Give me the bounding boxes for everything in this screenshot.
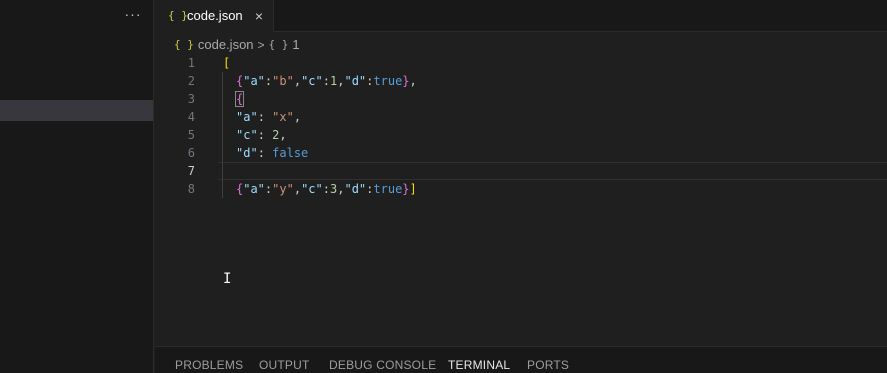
json-key: "a" (236, 110, 258, 124)
json-boolean: true (373, 182, 403, 196)
code-text: "d": false (236, 144, 308, 162)
code-editor[interactable]: 1 [ 2 {"a":"b","c":1,"d":true}, 3 { 4 "a… (155, 54, 887, 344)
code-line-8[interactable]: 8 {"a":"y","c":3,"d":true}] (155, 180, 887, 198)
bracket: ] (409, 182, 417, 196)
tab-code-json[interactable]: { } code.json × (155, 0, 274, 32)
line-number: 5 (187, 128, 195, 142)
more-actions-icon[interactable]: ··· (123, 4, 143, 24)
code-text: {"a":"b","c":1,"d":true}, (236, 72, 417, 90)
colon: : (322, 74, 330, 88)
code-line-6[interactable]: 6 "d": false (155, 144, 887, 162)
json-string: "x" (272, 110, 294, 124)
json-key: "d" (344, 74, 367, 88)
json-string: "b" (272, 74, 294, 88)
sidebar-selected-item[interactable] (0, 100, 153, 121)
tab-ports[interactable]: PORTS (527, 357, 569, 373)
editor-tab-bar: { } code.json × (155, 0, 887, 32)
bracket: [ (223, 56, 231, 70)
code-line-4[interactable]: 4 "a": "x", (155, 108, 887, 126)
close-icon[interactable]: × (251, 6, 267, 26)
text-cursor-icon: I (223, 271, 232, 287)
line-number: 4 (187, 110, 195, 124)
tab-label: code.json (187, 8, 243, 23)
comma: , (293, 74, 302, 88)
json-boolean: false (272, 146, 309, 160)
tab-debug-console[interactable]: DEBUG CONSOLE (329, 357, 436, 373)
comma: , (293, 110, 302, 124)
line-number: 6 (187, 146, 195, 160)
line-number: 7 (187, 164, 195, 178)
line-number: 8 (187, 182, 195, 196)
code-text: {"a":"y","c":3,"d":true}] (236, 180, 417, 198)
json-key: "a" (243, 74, 265, 88)
code-text: "a": "x", (236, 108, 301, 126)
colon: : (257, 146, 273, 160)
json-key: "d" (344, 182, 367, 196)
json-file-icon: { } (168, 9, 188, 22)
chevron-right-icon: > (257, 38, 265, 52)
bracket: } (402, 182, 410, 196)
code-line-2[interactable]: 2 {"a":"b","c":1,"d":true}, (155, 72, 887, 90)
line-number: 3 (187, 92, 195, 106)
json-key: "d" (236, 146, 258, 160)
breadcrumb-file[interactable]: code.json (198, 36, 254, 54)
breadcrumb-item[interactable]: 1 (292, 36, 299, 54)
comma: , (409, 74, 417, 88)
code-line-5[interactable]: 5 "c": 2, (155, 126, 887, 144)
comma: , (279, 128, 287, 142)
breadcrumb: { } code.json > { } 1 (174, 36, 300, 54)
bottom-panel: PROBLEMS OUTPUT DEBUG CONSOLE TERMINAL P… (155, 346, 887, 373)
colon: : (322, 182, 330, 196)
colon: : (257, 128, 273, 142)
tab-terminal[interactable]: TERMINAL (448, 357, 510, 373)
code-line-1[interactable]: 1 [ (155, 54, 887, 72)
code-text: [ (223, 54, 230, 72)
comma: , (293, 182, 302, 196)
tab-problems[interactable]: PROBLEMS (175, 357, 243, 373)
json-string: "y" (272, 182, 294, 196)
tab-output[interactable]: OUTPUT (259, 357, 310, 373)
line-number: 1 (187, 56, 195, 70)
json-key: "c" (301, 74, 323, 88)
object-icon: { } (268, 38, 289, 51)
code-line-7[interactable]: 7 I (155, 162, 887, 287)
code-line-3[interactable]: 3 { (155, 90, 887, 108)
json-key: "c" (301, 182, 323, 196)
bracket: } (402, 74, 410, 88)
json-key: "a" (243, 182, 265, 196)
code-text: "c": 2, (236, 126, 287, 144)
json-key: "c" (236, 128, 258, 142)
colon: : (257, 110, 273, 124)
json-file-icon: { } (174, 38, 194, 51)
code-text: { (234, 90, 245, 108)
bracket: { (234, 91, 245, 107)
sidebar: ··· (0, 0, 154, 373)
json-boolean: true (373, 74, 403, 88)
line-number: 2 (187, 74, 195, 88)
